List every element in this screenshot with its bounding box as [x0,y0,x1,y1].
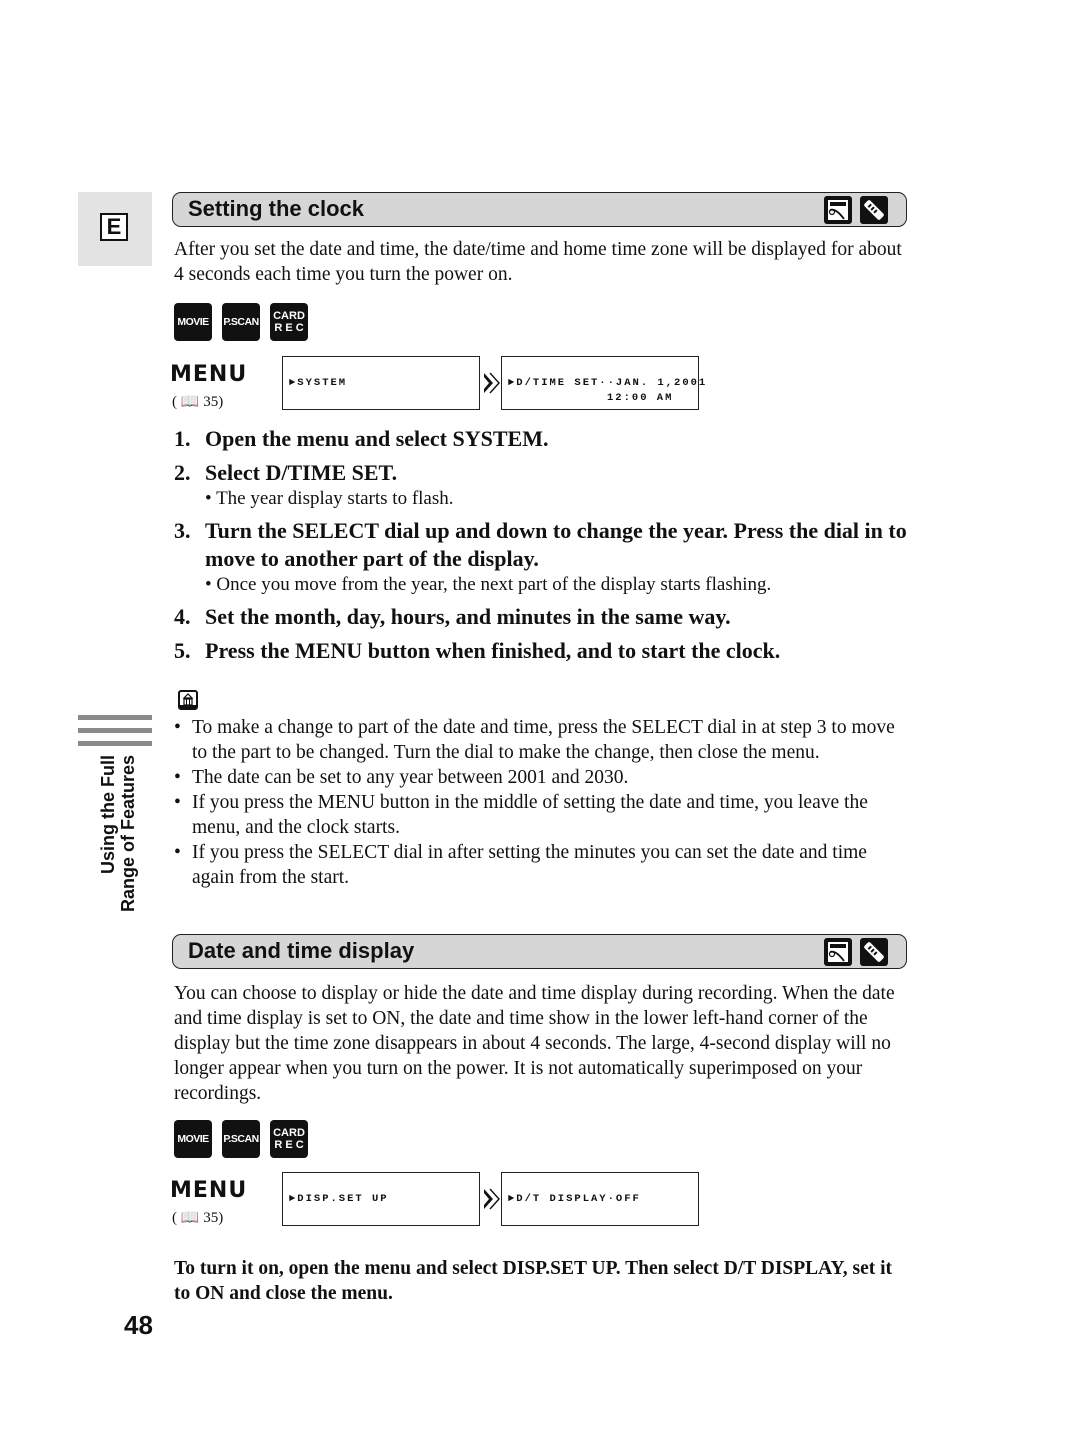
chapter-side-label: Using the Full Range of Features [98,755,138,913]
page-ref-number: 35 [203,394,219,410]
note-item: The date can be set to any year between … [174,765,914,790]
section1-intro: After you set the date and time, the dat… [174,239,902,285]
lcd-screen-disp-set-up: ►DISP.SET UP [282,1172,480,1226]
step-4: 4. Set the month, day, hours, and minutes… [174,604,731,629]
lcd-text: ►SYSTEM [289,377,348,389]
lcd-screen-dtime-set: ►D/TIME SET··JAN. 1,2001 12:00 AM [501,356,705,410]
camera-icon [824,196,852,224]
section-header-setting-clock: Setting the clock [172,192,907,227]
camera-icon [824,938,852,966]
remote-control-icon [860,196,888,224]
menu-label: MENU [170,362,248,387]
double-chevron-icon [484,372,500,394]
section2-instructions: To turn it on, open the menu and select … [174,1258,893,1304]
step-2-note: • The year display starts to flash. [205,488,454,509]
double-chevron-icon [484,1188,500,1210]
note-icon [178,690,198,710]
book-icon: 📖 [180,394,200,410]
remote-control-icon [860,938,888,966]
note-item: If you press the MENU button in the midd… [174,790,914,840]
lcd-text: ►DISP.SET UP [289,1193,389,1205]
step-3: 3. Turn the SELECT dial up and down to ch… [174,518,907,571]
lcd-text-line1: ►D/TIME SET··JAN. 1,2001 [508,377,708,389]
menu-label: MENU [170,1178,248,1203]
page-ref-number: 35 [203,1210,219,1226]
mode-pscan-icon: P.SCAN [222,1120,260,1158]
rec-label: R E C [274,322,304,334]
page-reference: ( 📖 35) [172,394,224,410]
section-header-date-time-display: Date and time display [172,934,907,969]
card-label: CARD [273,1127,305,1139]
mode-movie-icon: MOVIE [174,1120,212,1158]
step-5: 5. Press the MENU button when finished, a… [174,638,781,663]
mode-card-rec-icon: CARD R E C [270,303,308,341]
note-item: If you press the SELECT dial in after se… [174,840,914,890]
language-label: E [100,213,128,241]
mode-card-rec-icon: CARD R E C [270,1120,308,1158]
page-number: 48 [124,1310,153,1340]
lcd-text-line2: 12:00 AM [607,392,674,404]
lcd-screen-system: ►SYSTEM [282,356,480,410]
page-reference: ( 📖 35) [172,1210,224,1226]
note-item: To make a change to part of the date and… [174,715,914,765]
mode-movie-icon: MOVIE [174,303,212,341]
section-title: Date and time display [188,938,415,963]
card-label: CARD [273,310,305,322]
lcd-screen-dt-display: ►D/T DISPLAY·OFF [501,1172,699,1226]
rec-label: R E C [274,1139,304,1151]
book-icon: 📖 [180,1210,200,1226]
step-3-note: • Once you move from the year, the next … [205,574,772,595]
step-1: 1. Open the menu and select SYSTEM. [174,426,549,451]
section-title: Setting the clock [188,196,365,221]
section2-intro: You can choose to display or hide the da… [174,983,895,1104]
lcd-text: ►D/T DISPLAY·OFF [508,1193,641,1205]
mode-pscan-icon: P.SCAN [222,303,260,341]
step-2: 2. Select D/TIME SET. [174,460,398,485]
notes-list: To make a change to part of the date and… [174,715,914,890]
